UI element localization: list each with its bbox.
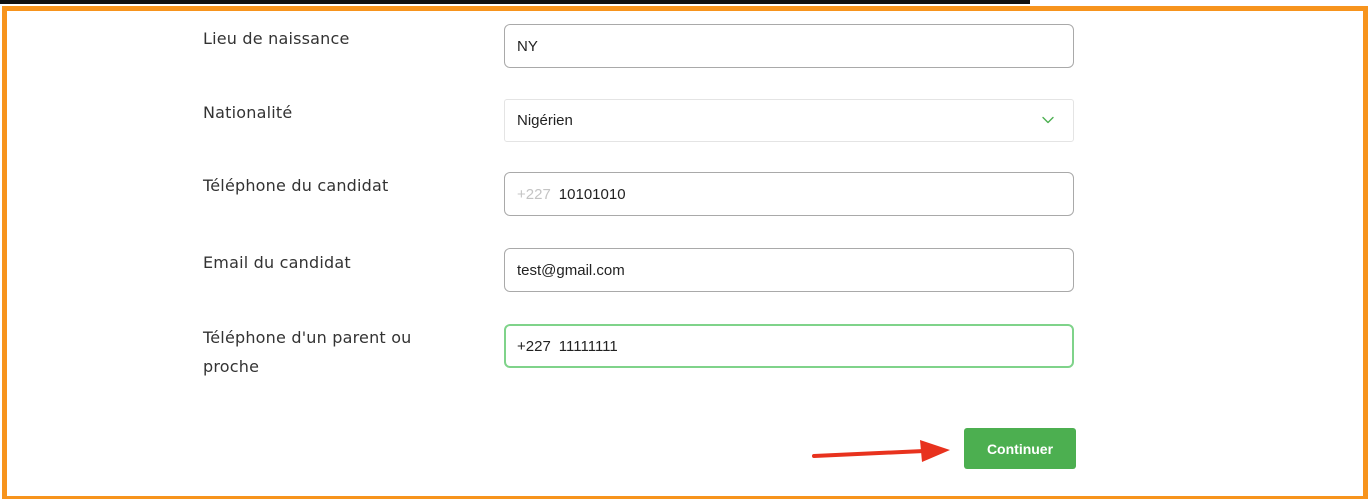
nationality-value: Nigérien [517, 112, 573, 129]
nationality-label: Nationalité [203, 103, 293, 122]
candidate-phone-input[interactable]: +227 10101010 [504, 172, 1074, 216]
candidate-phone-label: Téléphone du candidat [203, 176, 389, 195]
parent-phone-label: Téléphone d'un parent ou proche [203, 325, 412, 380]
chevron-down-icon [1042, 116, 1054, 124]
parent-phone-label-line1: Téléphone d'un parent ou [203, 328, 412, 347]
birthplace-value: NY [517, 37, 538, 55]
parent-phone-value: 11111111 [558, 337, 618, 355]
candidate-phone-value: 10101010 [558, 185, 626, 203]
parent-phone-prefix: +227 [517, 337, 551, 355]
candidate-email-value: test@gmail.com [517, 261, 625, 279]
nationality-select[interactable]: Nigérien [504, 99, 1074, 142]
candidate-email-label: Email du candidat [203, 253, 351, 272]
parent-phone-label-line2: proche [203, 357, 260, 376]
candidate-phone-prefix: +227 [517, 185, 551, 203]
birthplace-input[interactable]: NY [504, 24, 1074, 68]
candidate-email-input[interactable]: test@gmail.com [504, 248, 1074, 292]
continue-button[interactable]: Continuer [964, 428, 1076, 469]
birthplace-label: Lieu de naissance [203, 29, 350, 48]
red-arrow-icon [812, 440, 950, 462]
top-rule [0, 0, 1030, 4]
parent-phone-input[interactable]: +227 11111111 [504, 324, 1074, 368]
